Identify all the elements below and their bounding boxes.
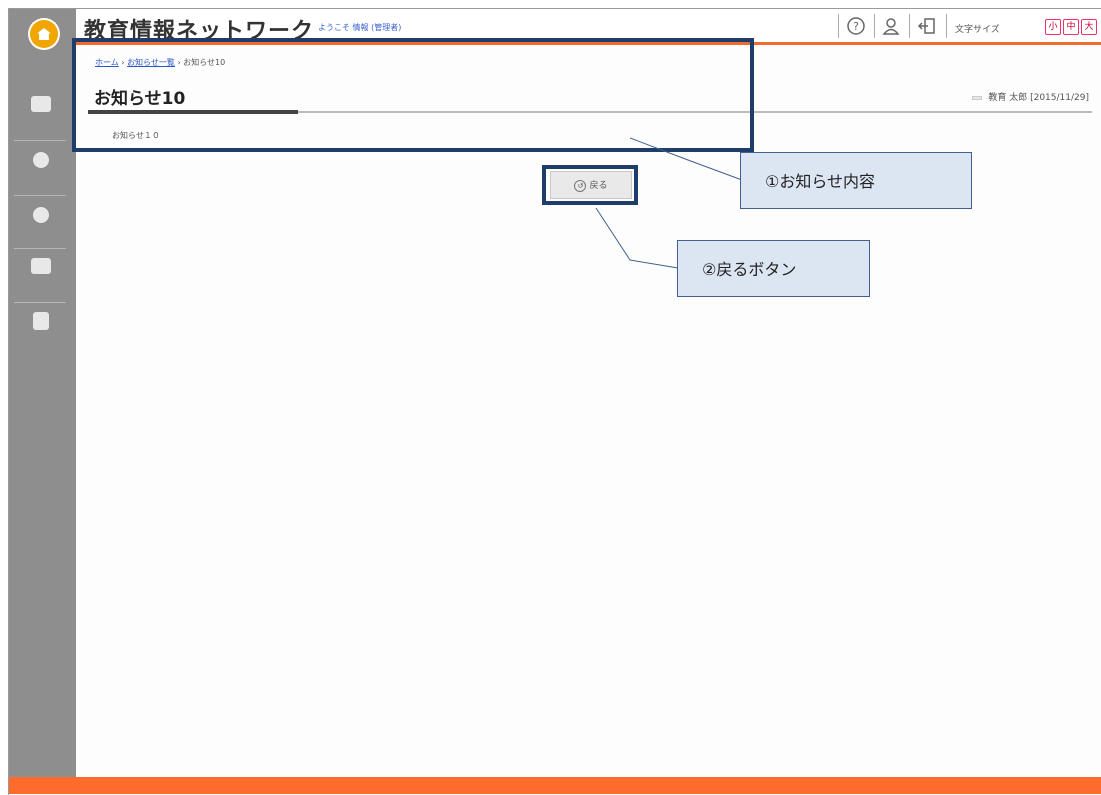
callout-notice-content: ①お知らせ内容 xyxy=(740,152,972,209)
footer-bar xyxy=(9,777,1101,794)
callout-leader-lines xyxy=(595,137,743,269)
callout-back-button: ②戻るボタン xyxy=(677,240,870,297)
